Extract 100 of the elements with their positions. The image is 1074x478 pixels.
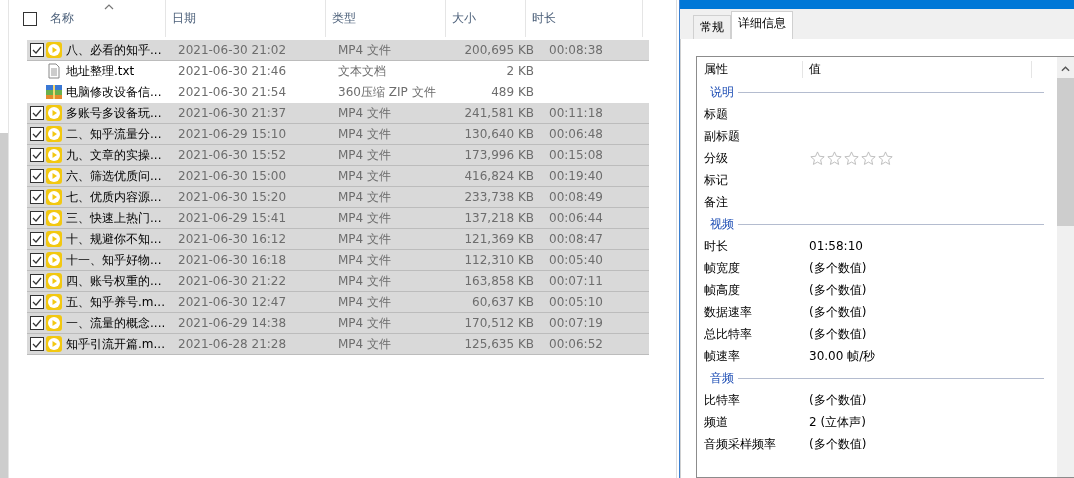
- file-row[interactable]: 四、账号权重的... 2021-06-30 21:22 MP4 文件 163,858 KB 00:07:11: [27, 271, 649, 292]
- type-cell-text: MP4 文件: [338, 293, 393, 311]
- file-row[interactable]: 一、流量的概念.... 2021-06-29 14:38 MP4 文件 170,512 KB 00:07:19: [27, 313, 649, 334]
- checkbox[interactable]: [30, 127, 44, 141]
- size-cell: 112,310 KB: [464, 253, 534, 267]
- date-cell-text: 2021-06-30 15:52: [178, 148, 288, 162]
- play-file-icon: [46, 210, 62, 226]
- property-name: 帧速率: [703, 347, 741, 365]
- size-cell: 489 KB: [491, 85, 534, 99]
- file-row[interactable]: 电脑修改设备信... 2021-06-30 21:54 360压缩 ZIP 文件 489 KB: [27, 82, 649, 103]
- size-cell: 137,218 KB: [464, 211, 534, 225]
- size-cell: 173,996 KB: [464, 148, 534, 162]
- property-name: 帧宽度: [703, 259, 741, 277]
- checkbox[interactable]: [30, 274, 44, 288]
- file-row[interactable]: 知乎引流开篇.m... 2021-06-28 21:28 MP4 文件 125,635 KB 00:06:52: [27, 334, 649, 355]
- size-cell: 130,640 KB: [464, 127, 534, 141]
- property-name: 时长: [703, 237, 729, 255]
- checkbox[interactable]: [30, 253, 44, 267]
- scrollbar[interactable]: [0, 133, 8, 478]
- section-title: 视频: [710, 215, 734, 233]
- file-row[interactable]: 六、筛选优质问... 2021-06-30 15:00 MP4 文件 416,824 KB 00:19:40: [27, 166, 649, 187]
- date-cell-text: 2021-06-30 15:00: [178, 169, 288, 183]
- file-row[interactable]: 八、必看的知乎... 2021-06-30 21:02 MP4 文件 200,695 KB 00:08:38: [27, 40, 649, 61]
- duration-cell: 00:05:40: [549, 253, 603, 267]
- file-row[interactable]: 二、知乎流量分... 2021-06-29 15:10 MP4 文件 130,640 KB 00:06:48: [27, 124, 649, 145]
- play-file-icon: [46, 147, 62, 163]
- file-row[interactable]: 多账号多设备玩... 2021-06-30 21:37 MP4 文件 241,581 KB 00:11:18: [27, 103, 649, 124]
- section-title: 说明: [710, 83, 734, 101]
- type-cell-text: MP4 文件: [338, 104, 393, 122]
- duration-cell: 00:19:40: [549, 169, 603, 183]
- type-cell-text: MP4 文件: [338, 335, 393, 353]
- file-row[interactable]: 十、规避你不知... 2021-06-30 16:12 MP4 文件 121,369 KB 00:08:47: [27, 229, 649, 250]
- file-row[interactable]: 七、优质内容源... 2021-06-30 15:20 MP4 文件 233,738 KB 00:08:49: [27, 187, 649, 208]
- size-cell: 2 KB: [506, 64, 534, 78]
- play-file-icon: [46, 336, 62, 352]
- checkbox[interactable]: [30, 232, 44, 246]
- column-header[interactable]: 大小: [446, 0, 526, 37]
- file-name: 七、优质内容源...: [66, 188, 162, 206]
- checkbox[interactable]: [30, 316, 44, 330]
- section-title: 音频: [710, 369, 734, 387]
- type-cell-text: MP4 文件: [338, 41, 393, 59]
- checkbox[interactable]: [30, 295, 44, 309]
- duration-cell: 00:15:08: [549, 148, 603, 162]
- column-header[interactable]: 属性: [697, 60, 803, 78]
- file-name: 九、文章的实操...: [66, 146, 162, 164]
- checkbox[interactable]: [30, 211, 44, 225]
- play-file-icon: [46, 168, 62, 184]
- type-cell-text: MP4 文件: [338, 272, 393, 290]
- column-header[interactable]: 日期: [166, 0, 326, 37]
- checkbox[interactable]: [30, 43, 44, 57]
- file-row[interactable]: 十一、知乎好物... 2021-06-30 16:18 MP4 文件 112,310 KB 00:05:40: [27, 250, 649, 271]
- size-cell: 416,824 KB: [464, 169, 534, 183]
- scrollbar[interactable]: [1057, 57, 1074, 477]
- type-cell-text: MP4 文件: [338, 230, 393, 248]
- file-row[interactable]: 三、快速上热门... 2021-06-29 15:41 MP4 文件 137,218 KB 00:06:44: [27, 208, 649, 229]
- date-cell-text: 2021-06-30 21:54: [178, 85, 288, 99]
- column-header[interactable]: 类型: [326, 0, 446, 37]
- property-name: 副标题: [703, 127, 741, 145]
- type-cell-text: MP4 文件: [338, 188, 393, 206]
- checkbox[interactable]: [30, 106, 44, 120]
- file-row[interactable]: 地址整理.txt 2021-06-30 21:46 文本文档 2 KB: [27, 61, 649, 82]
- file-name: 十一、知乎好物...: [66, 251, 162, 269]
- file-name: 五、知乎养号.m...: [66, 293, 165, 311]
- property-name: 频道: [703, 413, 729, 431]
- file-name: 六、筛选优质问...: [66, 167, 162, 185]
- duration-cell: 00:05:10: [549, 295, 603, 309]
- duration-cell: 00:06:44: [549, 211, 603, 225]
- size-cell: 60,637 KB: [472, 295, 534, 309]
- scroll-up-icon[interactable]: [1061, 66, 1070, 72]
- duration-cell: 00:07:19: [549, 316, 603, 330]
- property-value: (多个数值): [809, 259, 867, 277]
- checkbox[interactable]: [30, 190, 44, 204]
- property-name: 分级: [703, 149, 729, 167]
- star-rating[interactable]: [810, 150, 893, 166]
- date-cell-text: 2021-06-30 21:46: [178, 64, 288, 78]
- property-value: (多个数值): [809, 281, 867, 299]
- select-all-checkbox[interactable]: [23, 11, 37, 26]
- checkbox[interactable]: [30, 169, 44, 183]
- property-value: 30.00 帧/秒: [809, 347, 876, 365]
- property-value: 01:58:10: [809, 239, 863, 253]
- column-header[interactable]: 名称: [50, 0, 166, 37]
- date-cell-text: 2021-06-30 16:18: [178, 253, 288, 267]
- property-name: 备注: [703, 193, 729, 211]
- tab[interactable]: 常规: [693, 15, 731, 39]
- property-value: (多个数值): [809, 391, 867, 409]
- type-cell-text: MP4 文件: [338, 146, 393, 164]
- file-name: 地址整理.txt: [66, 62, 135, 80]
- duration-cell: 00:06:52: [549, 337, 603, 351]
- date-cell-text: 2021-06-30 21:02: [178, 43, 288, 57]
- column-header[interactable]: 时长: [526, 0, 643, 37]
- file-row[interactable]: 九、文章的实操... 2021-06-30 15:52 MP4 文件 173,996 KB 00:15:08: [27, 145, 649, 166]
- size-cell: 125,635 KB: [464, 337, 534, 351]
- checkbox[interactable]: [30, 148, 44, 162]
- file-row[interactable]: 五、知乎养号.m... 2021-06-30 12:47 MP4 文件 60,637 KB 00:05:10: [27, 292, 649, 313]
- date-cell-text: 2021-06-29 14:38: [178, 316, 288, 330]
- tab[interactable]: 详细信息: [731, 11, 793, 39]
- file-name: 电脑修改设备信...: [66, 83, 162, 101]
- property-name: 标记: [703, 171, 729, 189]
- column-header[interactable]: 值: [803, 60, 1032, 78]
- checkbox[interactable]: [30, 337, 44, 351]
